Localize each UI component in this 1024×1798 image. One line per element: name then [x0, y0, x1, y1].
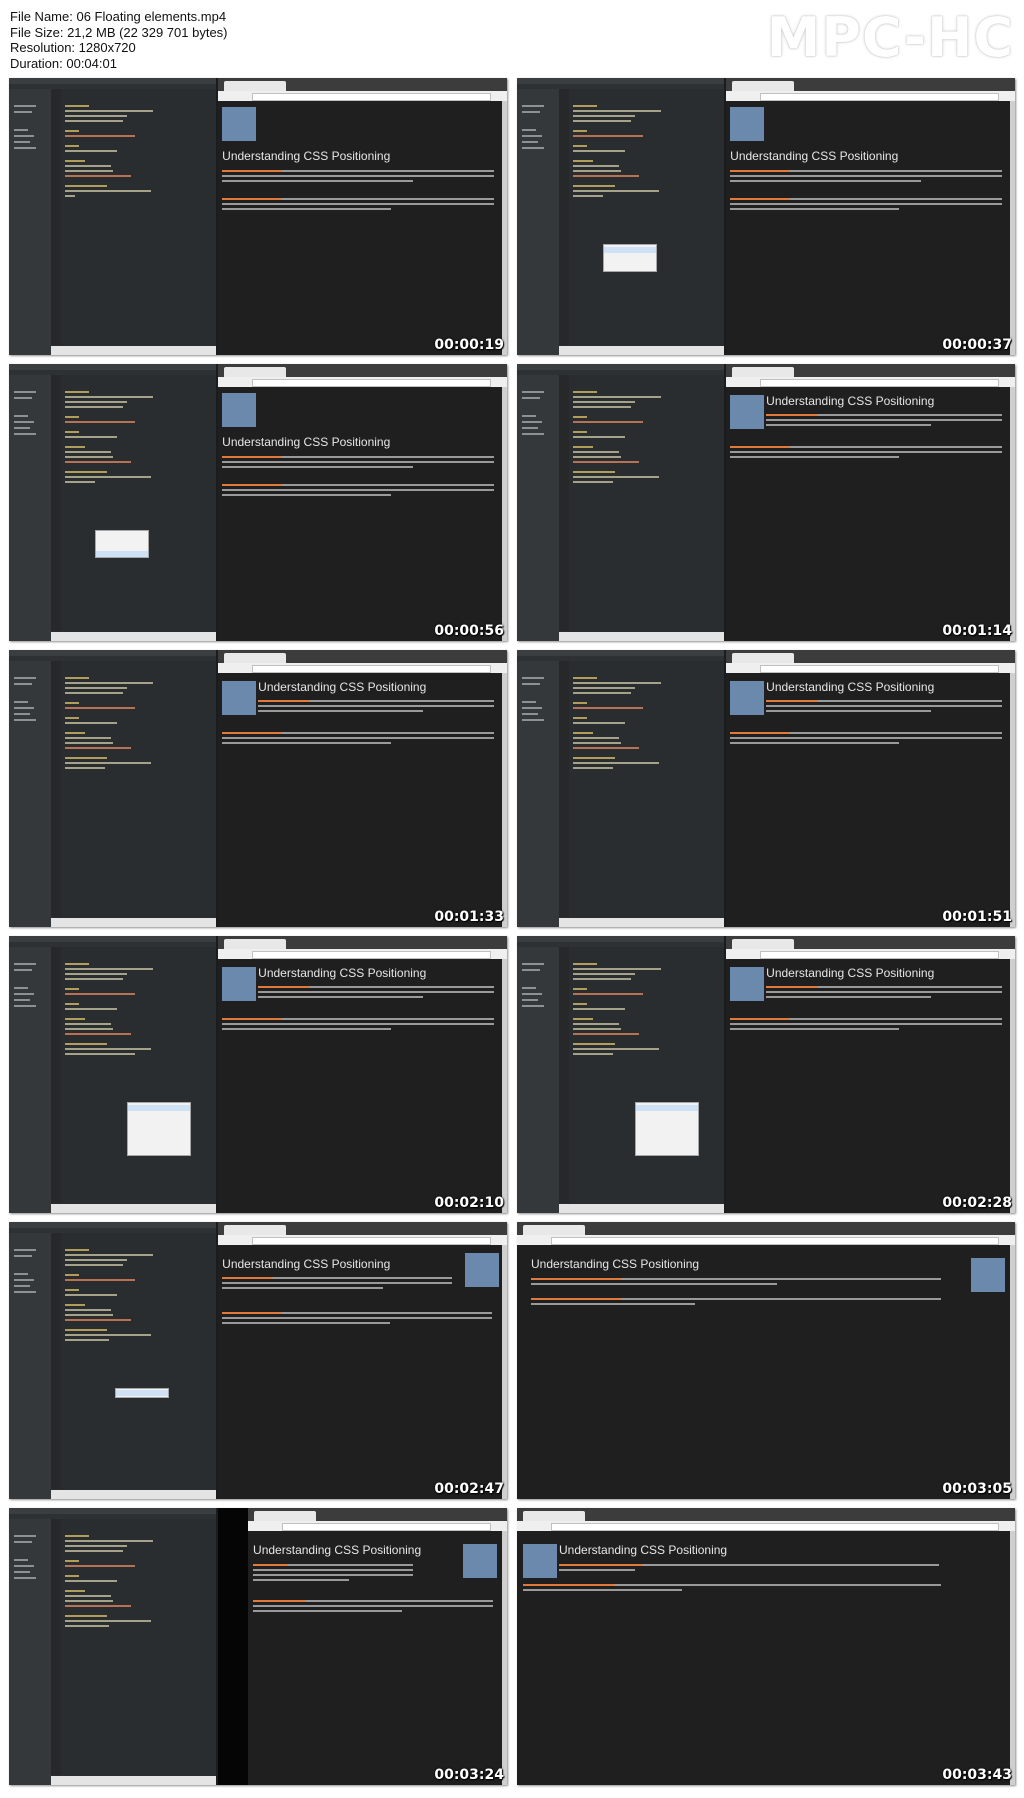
- thumbnail-5[interactable]: Understanding CSS Positioning 00:01:33: [9, 650, 507, 927]
- floated-box: [222, 967, 257, 1001]
- code-editor: [9, 364, 219, 641]
- floated-box: [730, 681, 765, 715]
- thumbnail-8[interactable]: Understanding CSS Positioning 00:02:28: [517, 936, 1015, 1213]
- file-name: File Name: 06 Floating elements.mp4: [10, 9, 227, 24]
- file-size: File Size: 21,2 MB (22 329 701 bytes): [10, 24, 228, 40]
- page-heading: Understanding CSS Positioning: [258, 680, 427, 694]
- floated-box: [730, 107, 765, 141]
- autocomplete-popup[interactable]: [603, 244, 657, 272]
- code-editor: [517, 364, 727, 641]
- thumbnail-1[interactable]: Understanding CSS Positioning 00:00:19: [9, 78, 507, 355]
- page-heading: Understanding CSS Positioning: [531, 1257, 700, 1271]
- code-editor: [9, 1508, 219, 1785]
- floated-box: [523, 1544, 557, 1578]
- timestamp: 00:01:33: [434, 909, 504, 925]
- thumbnail-9[interactable]: Understanding CSS Positioning 00:02:47: [9, 1222, 507, 1499]
- thumbnail-6[interactable]: Understanding CSS Positioning 00:01:51: [517, 650, 1015, 927]
- timestamp: 00:03:05: [942, 1481, 1012, 1497]
- page-heading: Understanding CSS Positioning: [222, 435, 391, 449]
- timestamp: 00:00:37: [942, 337, 1012, 353]
- browser-window: Understanding CSS Positioning: [218, 364, 507, 641]
- thumbnail-4[interactable]: Understanding CSS Positioning 00:01:14: [517, 364, 1015, 641]
- timestamp: 00:02:47: [434, 1481, 504, 1497]
- timestamp: 00:02:10: [434, 1195, 504, 1211]
- thumbnail-grid: Understanding CSS Positioning 00:00:19 U…: [9, 78, 1015, 1785]
- browser-window: Understanding CSS Positioning: [218, 936, 507, 1213]
- file-duration: Duration: 00:04:01: [10, 55, 117, 71]
- thumbnail-12[interactable]: Understanding CSS Positioning 00:03:43: [517, 1508, 1015, 1785]
- code-editor: [9, 650, 219, 927]
- browser-window: Understanding CSS Positioning: [726, 364, 1015, 641]
- autocomplete-popup[interactable]: [127, 1102, 191, 1156]
- browser-window: Understanding CSS Positioning: [726, 78, 1015, 355]
- timestamp: 00:00:56: [434, 623, 504, 639]
- thumbnail-2[interactable]: Understanding CSS Positioning 00:00:37: [517, 78, 1015, 355]
- mpc-hc-logo: MPC-HC: [766, 6, 1014, 69]
- page-heading: Understanding CSS Positioning: [766, 966, 935, 980]
- code-editor: [9, 1222, 219, 1499]
- page-heading: Understanding CSS Positioning: [222, 1257, 391, 1271]
- floated-box: [222, 107, 257, 141]
- code-editor: [517, 936, 727, 1213]
- autocomplete-popup[interactable]: [115, 1388, 169, 1398]
- floated-box: [222, 681, 257, 715]
- floated-box: [463, 1544, 497, 1578]
- file-info: File Name: 06 Floating elements.mp4 File…: [10, 9, 228, 71]
- browser-window: Understanding CSS Positioning: [726, 650, 1015, 927]
- browser-window: Understanding CSS Positioning: [517, 1508, 1015, 1785]
- browser-window: Understanding CSS Positioning: [218, 650, 507, 927]
- floated-box: [465, 1253, 499, 1287]
- browser-window: Understanding CSS Positioning: [726, 936, 1015, 1213]
- page-heading: Understanding CSS Positioning: [559, 1543, 728, 1557]
- floated-box: [971, 1258, 1005, 1292]
- page-heading: Understanding CSS Positioning: [258, 966, 427, 980]
- thumbnail-10[interactable]: Understanding CSS Positioning 00:03:05: [517, 1222, 1015, 1499]
- timestamp: 00:03:43: [942, 1767, 1012, 1783]
- browser-window: Understanding CSS Positioning: [218, 78, 507, 355]
- browser-window: Understanding CSS Positioning: [218, 1222, 507, 1499]
- timestamp: 00:03:24: [434, 1767, 504, 1783]
- page-heading: Understanding CSS Positioning: [730, 149, 899, 163]
- page-heading: Understanding CSS Positioning: [253, 1543, 422, 1557]
- timestamp: 00:01:14: [942, 623, 1012, 639]
- code-editor: [9, 936, 219, 1213]
- code-editor: [9, 78, 219, 355]
- timestamp: 00:01:51: [942, 909, 1012, 925]
- autocomplete-popup[interactable]: [635, 1102, 699, 1156]
- browser-window: Understanding CSS Positioning: [517, 1222, 1015, 1499]
- timestamp: 00:00:19: [434, 337, 504, 353]
- thumbnail-3[interactable]: Understanding CSS Positioning 00:00:56: [9, 364, 507, 641]
- code-editor: [517, 78, 727, 355]
- floated-box: [222, 393, 257, 427]
- file-resolution: Resolution: 1280x720: [10, 40, 136, 55]
- code-editor: [517, 650, 727, 927]
- browser-window: Understanding CSS Positioning: [248, 1508, 507, 1785]
- page-heading: Understanding CSS Positioning: [766, 680, 935, 694]
- floated-box: [730, 395, 765, 429]
- page-heading: Understanding CSS Positioning: [766, 394, 935, 408]
- page-heading: Understanding CSS Positioning: [222, 149, 391, 163]
- timestamp: 00:02:28: [942, 1195, 1012, 1211]
- thumbnail-11[interactable]: Understanding CSS Positioning 00:03:24: [9, 1508, 507, 1785]
- floated-box: [730, 967, 765, 1001]
- autocomplete-popup[interactable]: [95, 530, 149, 558]
- thumbnail-7[interactable]: Understanding CSS Positioning 00:02:10: [9, 936, 507, 1213]
